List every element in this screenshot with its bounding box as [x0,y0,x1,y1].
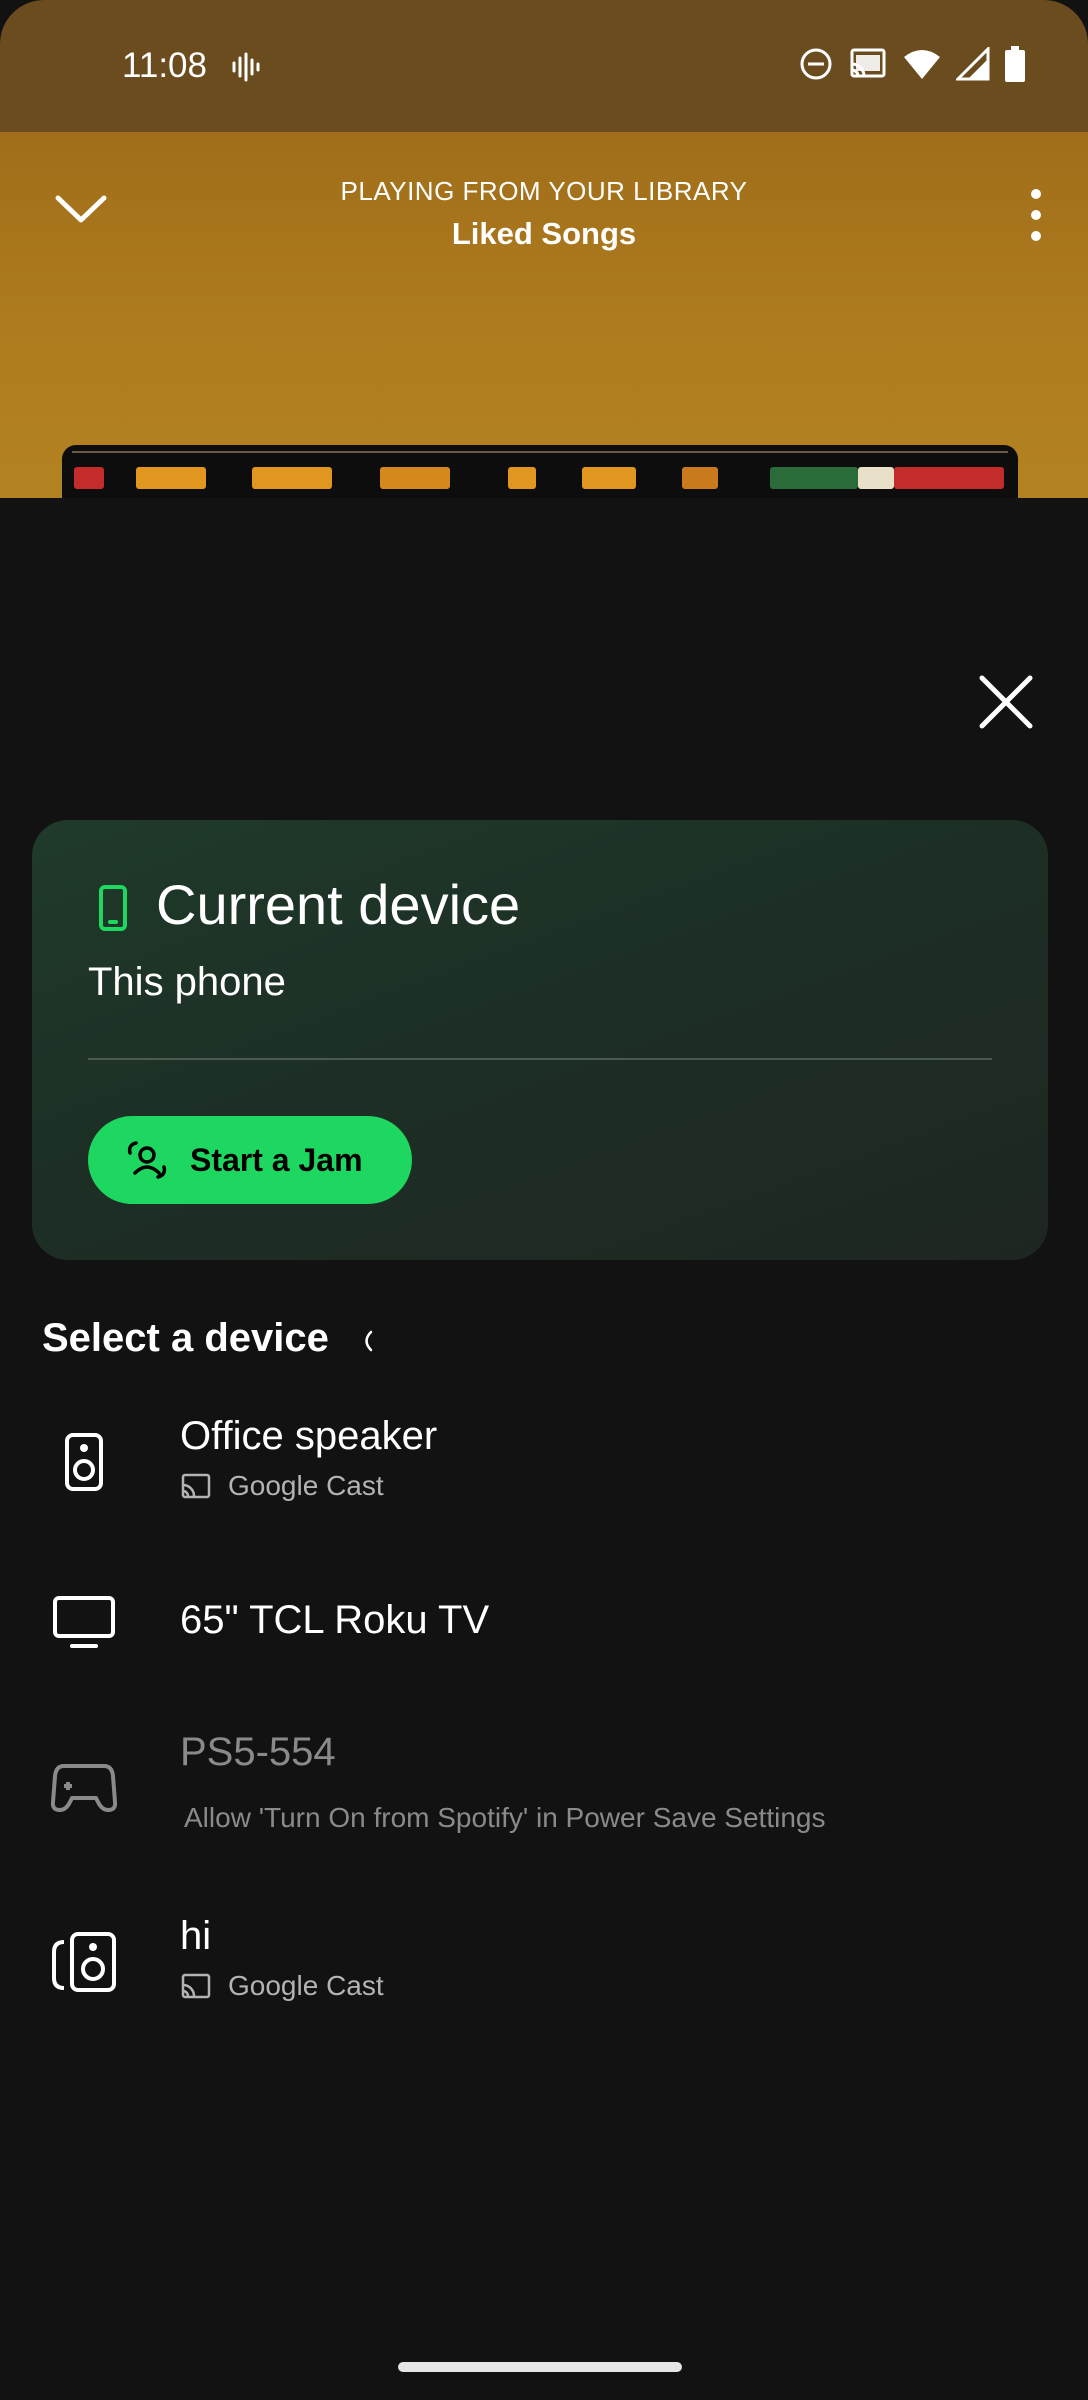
device-type-label: Google Cast [228,1470,384,1501]
speaker-group-icon [52,1932,116,1992]
current-device-card: Current device This phone Start a Jam [32,820,1048,1260]
device-hint: Allow 'Turn On from Spotify' in Power Sa… [184,1802,825,1834]
battery-icon [1005,46,1025,82]
device-name: hi [180,1914,212,1958]
status-time: 11:08 [122,46,207,85]
device-tcl-roku-tv[interactable]: 65" TCL Roku TV [0,1560,1088,1684]
signal-icon [956,47,990,81]
device-hint-label: Allow 'Turn On from Spotify' in Power Sa… [184,1802,826,1833]
device-name: Office speaker [180,1414,438,1458]
device-office-speaker[interactable]: Office speaker Google Cast [0,1400,1088,1540]
cast-icon [181,1973,211,1999]
device-name: PS5-554 [180,1730,336,1774]
select-device-heading: Select a device [42,1316,329,1360]
loading-spinner-icon [365,1330,373,1352]
speaker-icon [65,1433,103,1491]
phone-icon [99,885,127,931]
more-options-icon[interactable] [1028,188,1044,242]
device-type: Google Cast [180,1470,384,1502]
current-device-name: This phone [88,960,286,1004]
device-hi[interactable]: hi Google Cast [0,1900,1088,2040]
home-indicator[interactable] [398,2362,682,2372]
jam-icon [127,1141,167,1179]
gamepad-icon [50,1764,118,1812]
device-type-label: Google Cast [228,1970,384,2001]
status-bar: 11:08 [0,0,1088,132]
cast-icon [850,48,886,78]
cast-icon [181,1473,211,1499]
playlist-title[interactable]: Liked Songs [0,216,1088,252]
playing-from-caption: PLAYING FROM YOUR LIBRARY [340,176,748,206]
divider [88,1058,992,1060]
sound-wave-icon [232,52,260,82]
close-icon[interactable] [978,674,1034,730]
album-art [62,445,1018,498]
device-name: 65" TCL Roku TV [180,1598,490,1642]
do-not-disturb-icon [800,48,832,80]
current-device-title: Current device [156,873,521,936]
start-jam-button[interactable]: Start a Jam [88,1116,412,1204]
device-type: Google Cast [180,1970,384,2002]
wifi-icon [904,50,940,79]
tv-icon [53,1596,115,1648]
player-header: PLAYING FROM YOUR LIBRARY Liked Songs [0,132,1088,498]
start-jam-label: Start a Jam [190,1141,363,1178]
device-ps5[interactable]: PS5-554 Allow 'Turn On from Spotify' in … [0,1720,1088,1860]
